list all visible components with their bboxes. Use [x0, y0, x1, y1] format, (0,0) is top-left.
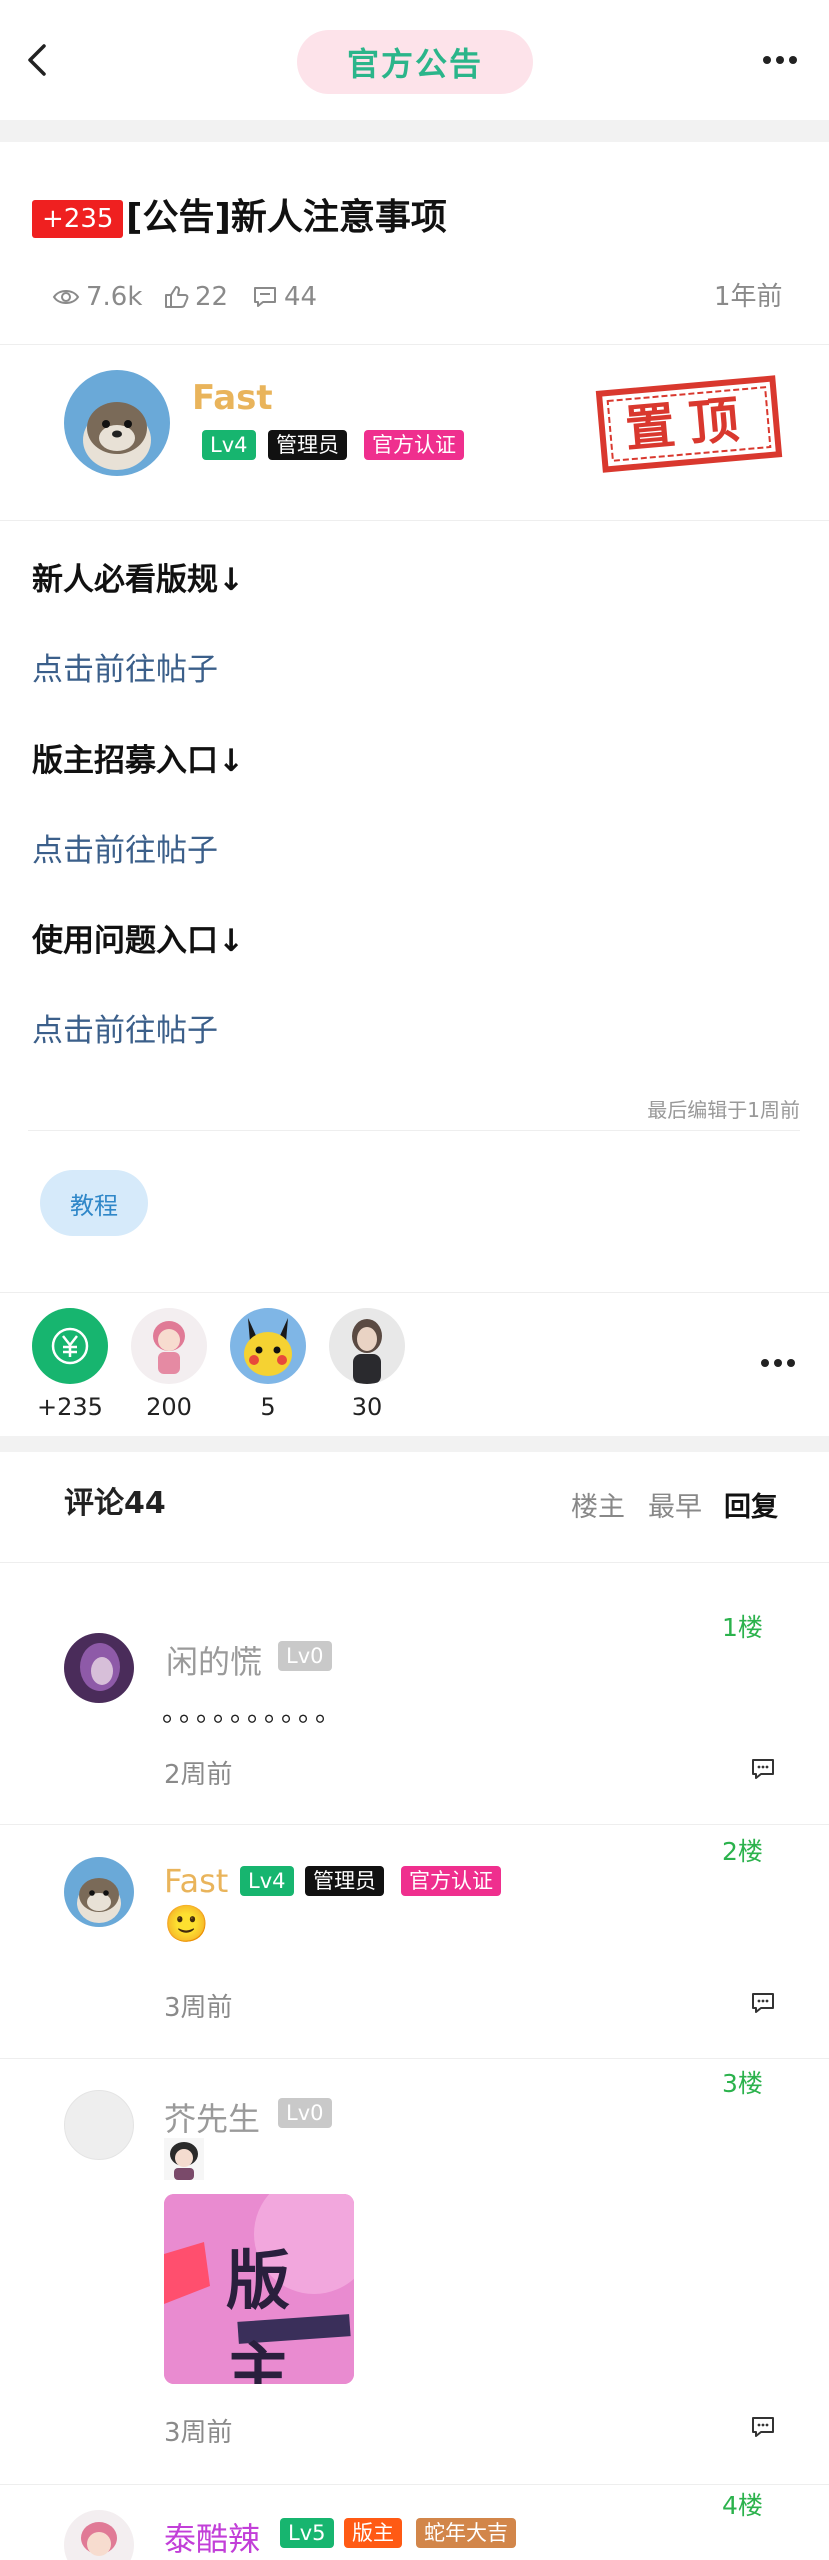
divider [0, 1436, 829, 1452]
commenter-name[interactable]: 泰酷辣 [164, 2514, 260, 2560]
section-heading: 版主招募入口↓ [32, 743, 244, 779]
commenter-avatar[interactable] [64, 2090, 134, 2160]
divider [0, 2058, 829, 2059]
sort-replies[interactable]: 回复 [724, 1485, 778, 1524]
divider [28, 1130, 800, 1131]
commenter-avatar[interactable] [64, 1857, 134, 1927]
back-arrow-icon [28, 44, 46, 76]
views-count: 7.6k [52, 280, 142, 314]
comment-emoji: 🙂 [164, 1904, 209, 1945]
comment-time: 2周前 [164, 1760, 233, 1790]
post-title: [公告]新人注意事项 [126, 197, 447, 238]
post-link[interactable]: 点击前往帖子 [32, 825, 218, 870]
cert-badge: 官方认证 [364, 430, 464, 460]
edit-note: 最后编辑于1周前 [647, 1098, 800, 1122]
donor-avatar[interactable] [329, 1308, 405, 1384]
floor-number: 4楼 [722, 2491, 763, 2520]
reply-icon [752, 2417, 774, 2437]
donors-more-button[interactable] [760, 1353, 796, 1377]
yen-icon [51, 1327, 89, 1365]
comment-time: 3周前 [164, 1993, 233, 2023]
reply-icon [752, 1759, 774, 1779]
reply-button[interactable] [750, 1756, 776, 1786]
role-badge: 版主 [344, 2518, 402, 2548]
floor-number: 2楼 [722, 1837, 763, 1866]
divider [0, 520, 829, 521]
commenter-name[interactable]: 闲的慌 [166, 1637, 262, 1683]
divider [0, 1562, 829, 1563]
floor-number: 1楼 [722, 1613, 763, 1642]
sort-earliest[interactable]: 最早 [648, 1485, 702, 1524]
comment-icon [254, 287, 276, 307]
commenter-name[interactable]: 芥先生 [164, 2094, 260, 2140]
tag-chip[interactable]: 教程 [40, 1170, 148, 1236]
comment-image[interactable]: 版主 [164, 2194, 354, 2384]
comment-time: 3周前 [164, 2418, 233, 2448]
divider [0, 1292, 829, 1293]
post-link[interactable]: 点击前往帖子 [32, 1005, 218, 1050]
page-title: 官方公告 [297, 30, 533, 94]
floor-number: 3楼 [722, 2069, 763, 2098]
section-heading: 使用问题入口↓ [32, 923, 244, 959]
reply-button[interactable] [750, 2414, 776, 2444]
level-badge: Lv4 [240, 1866, 294, 1896]
event-badge: 蛇年大吉 [416, 2518, 516, 2548]
like-button[interactable]: 22 [163, 280, 228, 314]
reward-button[interactable] [32, 1308, 108, 1384]
level-badge: Lv5 [280, 2518, 334, 2548]
thumbs-up-icon [165, 286, 189, 308]
donor-avatar[interactable] [131, 1308, 207, 1384]
commenter-avatar[interactable] [64, 2510, 134, 2560]
comment-text: 。。。。。。。。。。 [162, 1698, 346, 1728]
more-dots-icon [763, 56, 797, 64]
donor-amount: 200 [146, 1393, 192, 1421]
divider [0, 1824, 829, 1825]
comments-title: 评论44 [64, 1486, 166, 1521]
back-button[interactable] [22, 40, 54, 80]
sort-op-only[interactable]: 楼主 [571, 1485, 625, 1524]
commenter-avatar[interactable] [64, 1633, 134, 1703]
cert-badge: 官方认证 [401, 1866, 501, 1896]
reply-button[interactable] [750, 1990, 776, 2020]
level-badge: Lv0 [278, 2098, 332, 2128]
pinned-stamp: 置顶 [594, 374, 784, 478]
eye-icon [52, 290, 80, 304]
more-options-button[interactable] [762, 50, 798, 70]
commenter-name[interactable]: Fast [164, 1862, 228, 1900]
donor-avatar[interactable] [230, 1308, 306, 1384]
comment-count[interactable]: 44 [252, 280, 317, 314]
donor-amount: 5 [260, 1393, 276, 1421]
author-avatar[interactable] [64, 370, 170, 476]
more-dots-icon [761, 1359, 795, 1367]
section-heading: 新人必看版规↓ [32, 562, 244, 598]
role-badge: 管理员 [268, 430, 347, 460]
author-name[interactable]: Fast [192, 378, 273, 418]
donor-amount: 30 [351, 1393, 383, 1421]
post-time: 1年前 [714, 282, 783, 312]
sticker-image [164, 2138, 204, 2184]
donor-amount: +235 [37, 1393, 103, 1421]
reply-icon [752, 1993, 774, 2013]
divider [0, 344, 829, 345]
role-badge: 管理员 [305, 1866, 384, 1896]
level-badge: Lv0 [278, 1641, 332, 1671]
score-badge: +235 [32, 200, 124, 238]
post-link[interactable]: 点击前往帖子 [32, 644, 218, 689]
level-badge: Lv4 [202, 430, 256, 460]
divider [0, 2484, 829, 2485]
divider [0, 120, 829, 142]
